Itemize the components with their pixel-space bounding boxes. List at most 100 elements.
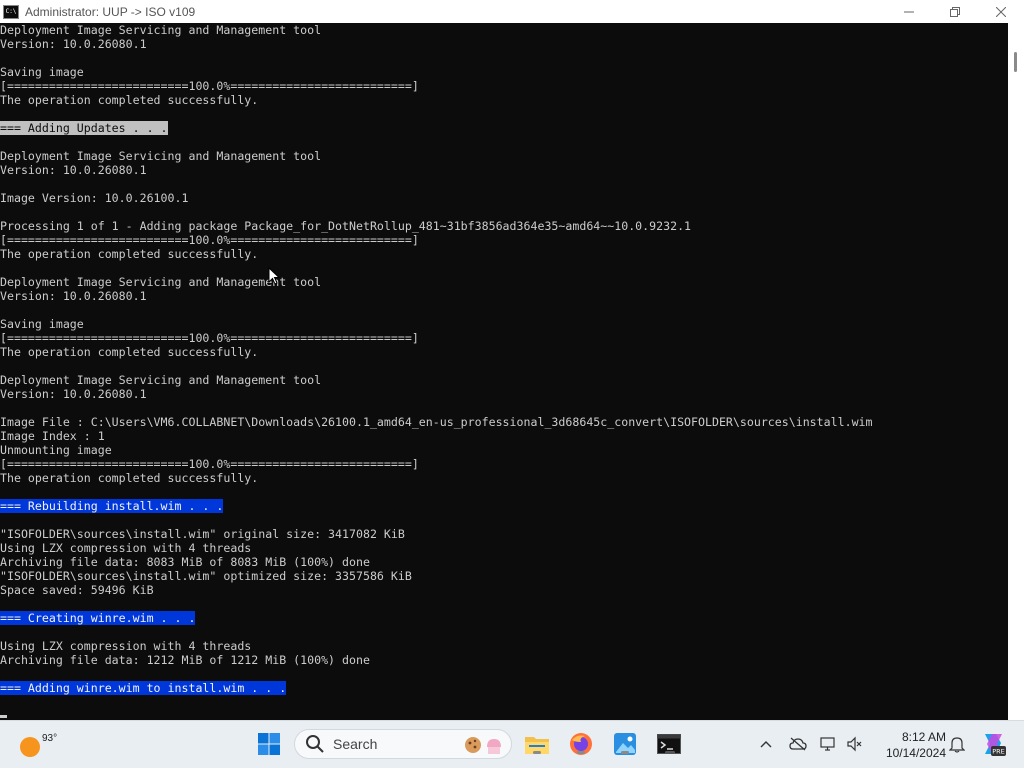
console-line-text: Image File : C:\Users\VM6.COLLABNET\Down… [0,415,873,429]
console-line: Saving image [0,317,1008,331]
console-line: "ISOFOLDER\sources\install.wim" original… [0,527,1008,541]
console-line-text: [==========================100.0%=======… [0,79,419,93]
console-line: Image Index : 1 [0,429,1008,443]
console-line-text: The operation completed successfully. [0,345,259,359]
console-line-text: Deployment Image Servicing and Managemen… [0,23,322,37]
search-icon [306,735,324,753]
firefox-button[interactable] [568,731,594,757]
console-line: Archiving file data: 1212 MiB of 1212 Mi… [0,653,1008,667]
console-section-header: === Rebuilding install.wim . . . [0,499,224,513]
onedrive-button[interactable] [789,735,807,753]
scrollbar-thumb[interactable] [1014,52,1017,72]
copilot-icon: PRE [985,734,1006,756]
console-line-text: [==========================100.0%=======… [0,457,419,471]
console-line: [==========================100.0%=======… [0,331,1008,345]
console-section-header: === Adding Updates . . . [0,121,168,135]
console-line: === Rebuilding install.wim . . . [0,499,1008,513]
console-line: === Creating winre.wim . . . [0,611,1008,625]
console-line-text: Version: 10.0.26080.1 [0,37,147,51]
console-line [0,709,1008,720]
console-line: The operation completed successfully. [0,93,1008,107]
console-line: [==========================100.0%=======… [0,233,1008,247]
volume-button[interactable] [846,735,864,753]
console-line: The operation completed successfully. [0,247,1008,261]
network-icon [820,737,835,751]
terminal-button[interactable] [656,731,682,757]
console-line-text: Using LZX compression with 4 threads [0,541,252,555]
console-line: The operation completed successfully. [0,345,1008,359]
network-button[interactable] [820,735,838,753]
console-output[interactable]: Deployment Image Servicing and Managemen… [0,23,1008,720]
running-indicator [533,751,541,754]
console-line-text: The operation completed successfully. [0,471,259,485]
console-section-header: === Creating winre.wim . . . [0,611,196,625]
console-section-header: === Adding winre.wim to install.wim . . … [0,681,287,695]
show-hidden-icons-button[interactable] [757,735,775,753]
clock-time: 8:12 AM [901,730,946,744]
title-bar[interactable]: C:\ Administrator: UUP -> ISO v109 [0,0,1024,24]
console-line-text: Version: 10.0.26080.1 [0,289,147,303]
maximize-button[interactable] [932,0,978,23]
console-line: Using LZX compression with 4 threads [0,639,1008,653]
console-scrollbar[interactable] [1008,23,1024,720]
console-line-text: [==========================100.0%=======… [0,233,419,247]
window-title: Administrator: UUP -> ISO v109 [25,4,196,19]
running-indicator [621,751,629,754]
console-line-text: Using LZX compression with 4 threads [0,639,252,653]
console-line: The operation completed successfully. [0,471,1008,485]
app-icon-text: C:\ [5,7,17,15]
console-line: Image File : C:\Users\VM6.COLLABNET\Down… [0,415,1008,429]
onedrive-icon [789,737,807,751]
file-explorer-button[interactable] [524,731,550,757]
console-line-text: The operation completed successfully. [0,93,259,107]
text-cursor [0,715,7,718]
console-line: Deployment Image Servicing and Managemen… [0,23,1008,37]
console-line-text: Version: 10.0.26080.1 [0,387,147,401]
minimize-icon [904,11,914,12]
console-line-text: Unmounting image [0,443,112,457]
taskbar-clock[interactable]: 8:12 AM 10/14/2024 [874,729,946,761]
taskbar-search[interactable]: Search [294,729,512,759]
console-line: Saving image [0,65,1008,79]
console-line: Image Version: 10.0.26100.1 [0,191,1008,205]
console-line-text: [==========================100.0%=======… [0,331,419,345]
console-line-text: Space saved: 59496 KiB [0,583,154,597]
console-line: Version: 10.0.26080.1 [0,37,1008,51]
console-line: Deployment Image Servicing and Managemen… [0,275,1008,289]
close-icon [996,6,1006,17]
photos-button[interactable] [612,731,638,757]
close-button[interactable] [978,0,1024,23]
minimize-button[interactable] [886,0,932,23]
console-line-text: Saving image [0,65,84,79]
sun-icon [20,737,40,757]
weather-widget[interactable]: 93° [20,733,57,757]
console-line-text: The operation completed successfully. [0,247,259,261]
console-line: Deployment Image Servicing and Managemen… [0,149,1008,163]
console-line-text: Deployment Image Servicing and Managemen… [0,373,322,387]
console-line: Version: 10.0.26080.1 [0,163,1008,177]
copilot-button[interactable]: PRE [980,731,1006,757]
console-line: Using LZX compression with 4 threads [0,541,1008,555]
chevron-up-icon [760,741,772,748]
search-label: Search [333,736,378,752]
running-indicator-active [665,751,675,754]
console-line: === Adding winre.wim to install.wim . . … [0,681,1008,695]
cmd-app-icon[interactable]: C:\ [3,4,19,19]
console-line: [==========================100.0%=======… [0,79,1008,93]
console-line-text: Archiving file data: 8083 MiB of 8083 Mi… [0,555,370,569]
search-highlight-icon [465,737,501,754]
console-line: [==========================100.0%=======… [0,457,1008,471]
console-line-text: Archiving file data: 1212 MiB of 1212 Mi… [0,653,370,667]
start-button[interactable] [256,731,282,757]
notifications-button[interactable] [948,735,966,753]
